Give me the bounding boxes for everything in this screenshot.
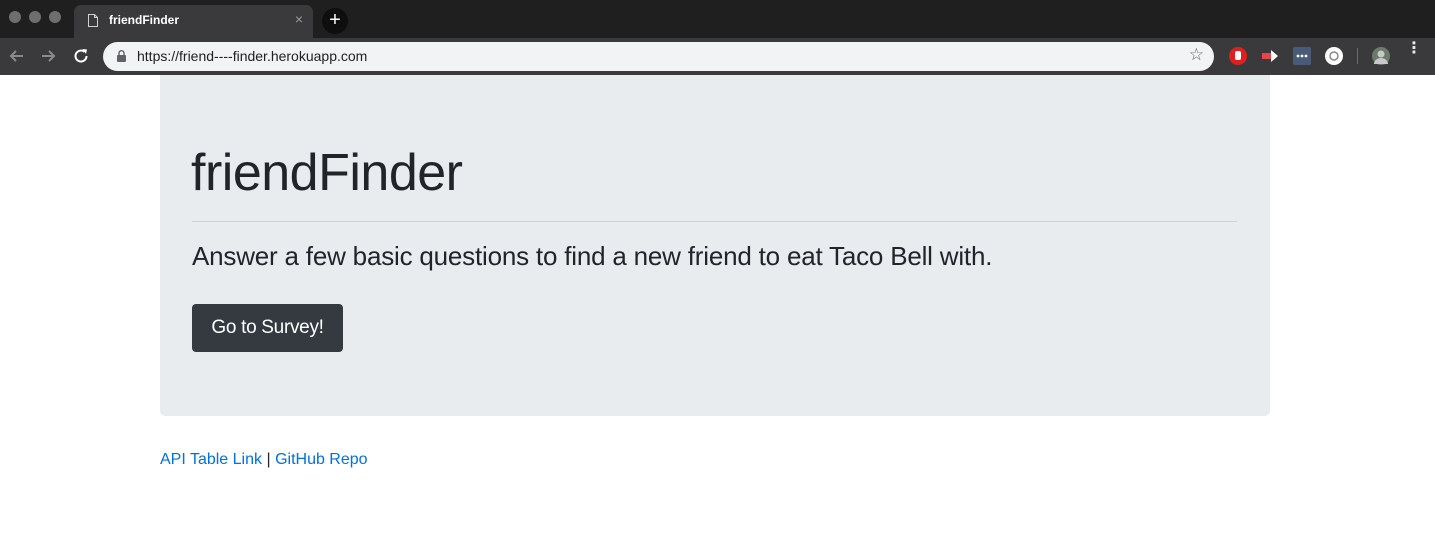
- tab-title: friendFinder: [109, 13, 180, 27]
- profile-avatar[interactable]: [1372, 47, 1390, 65]
- close-window-button[interactable]: [9, 11, 21, 23]
- jumbotron: friendFinder Answer a few basic question…: [160, 75, 1270, 416]
- browser-toolbar: https://friend----finder.herokuapp.com ☆…: [0, 38, 1435, 75]
- tab-close-icon[interactable]: ×: [295, 11, 303, 27]
- document-icon: [88, 14, 98, 27]
- lock-icon: [117, 50, 126, 62]
- back-icon[interactable]: [6, 45, 28, 67]
- maximize-window-button[interactable]: [49, 11, 61, 23]
- page-title: friendFinder: [191, 144, 463, 202]
- divider: [192, 221, 1237, 222]
- tab-strip: friendFinder × +: [0, 0, 1435, 38]
- github-repo-link[interactable]: GitHub Repo: [275, 451, 368, 468]
- circle-extension-icon[interactable]: [1325, 47, 1343, 65]
- bookmark-star-icon[interactable]: ☆: [1189, 45, 1204, 65]
- browser-menu-icon[interactable]: ⋮: [1406, 41, 1422, 66]
- footer-links: API Table Link | GitHub Repo: [160, 451, 368, 469]
- link-separator: |: [266, 451, 271, 468]
- go-to-survey-button[interactable]: Go to Survey!: [192, 304, 343, 352]
- new-tab-button[interactable]: +: [322, 8, 348, 34]
- url-text: https://friend----finder.herokuapp.com: [137, 48, 368, 64]
- toolbar-divider: [1357, 48, 1358, 64]
- adblock-extension-icon[interactable]: [1229, 47, 1247, 65]
- reload-icon[interactable]: [70, 45, 92, 67]
- address-bar[interactable]: https://friend----finder.herokuapp.com ☆: [103, 42, 1214, 71]
- browser-tab[interactable]: friendFinder ×: [74, 5, 313, 38]
- lead-text: Answer a few basic questions to find a n…: [192, 241, 993, 271]
- api-table-link[interactable]: API Table Link: [160, 451, 262, 468]
- arrow-extension-icon[interactable]: [1261, 47, 1279, 65]
- minimize-window-button[interactable]: [29, 11, 41, 23]
- forward-icon[interactable]: [37, 45, 59, 67]
- dots-extension-icon[interactable]: [1293, 47, 1311, 65]
